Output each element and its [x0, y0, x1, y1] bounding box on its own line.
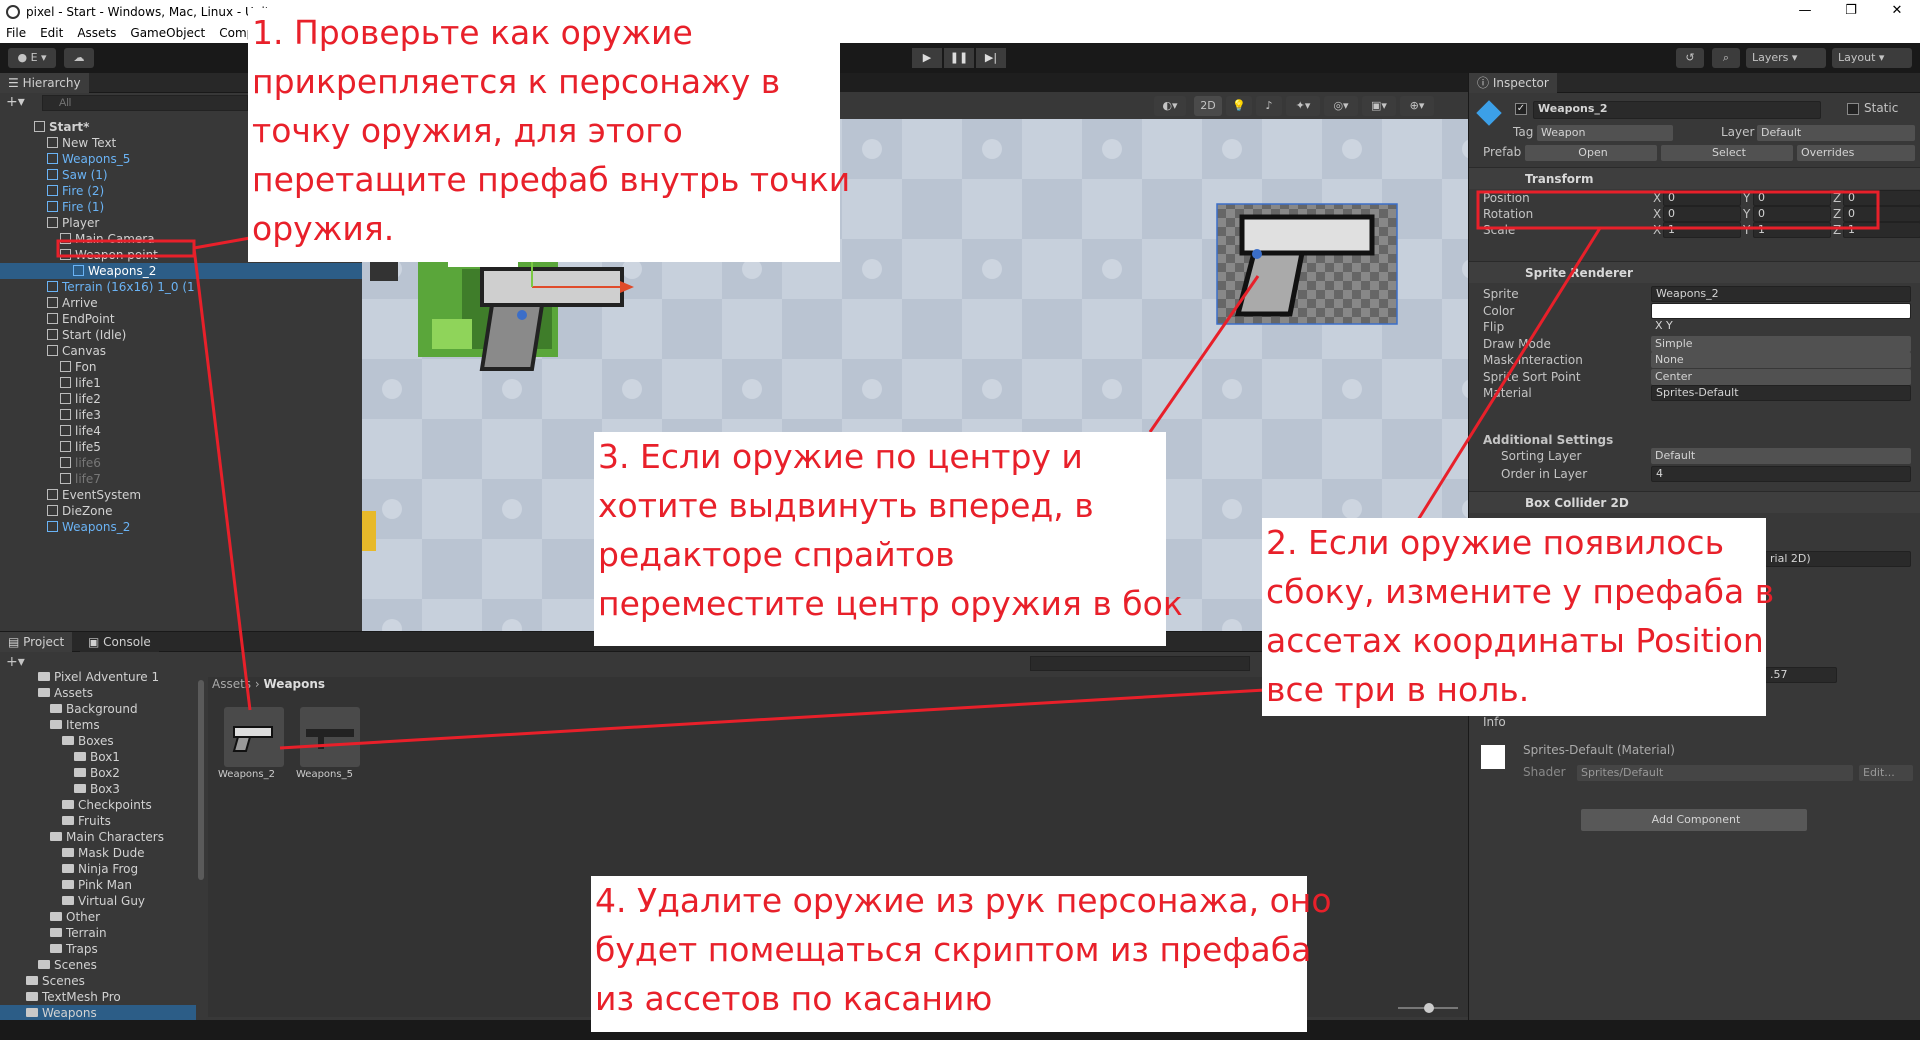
note3-connector: [1148, 275, 1260, 433]
note-3-line: 3. Если оружие по центру и: [598, 437, 1083, 476]
note-4-line: 4. Удалите оружие из рук персонажа, оно: [595, 881, 1332, 920]
note-4-line: из ассетов по касанию: [595, 979, 993, 1018]
note-3-line: переместите центр оружия в бок: [598, 584, 1183, 623]
note-2: 2. Если оружие появилось сбоку, измените…: [1262, 518, 1775, 716]
weapon-point-highlight: [56, 239, 196, 258]
note-3: 3. Если оружие по центру и хотите выдвин…: [594, 432, 1183, 646]
note-1: 1. Проверьте как оружие прикрепляется к …: [248, 8, 851, 262]
note-3-line: хотите выдвинуть вперед, в: [598, 486, 1094, 525]
note-3-line: редакторе спрайтов: [598, 535, 955, 574]
note-2-line: сбоку, измените у префаба в: [1266, 572, 1775, 611]
position-highlight: [1476, 190, 1880, 230]
note-1-line: оружия.: [252, 209, 395, 248]
unity-editor: pixel - Start - Windows, Mac, Linux - Un…: [0, 0, 1920, 1040]
note-2-line: все три в ноль.: [1266, 670, 1530, 709]
note-1-line: 1. Проверьте как оружие: [252, 13, 693, 52]
note-1-line: прикрепляется к персонажу в: [252, 62, 781, 101]
drag-path-line: [192, 247, 252, 711]
note2-position-connector: [1416, 227, 1602, 521]
note2-asset-connector: [279, 688, 1266, 750]
note-2-line: ассетах координаты Position: [1266, 621, 1764, 660]
note-2-line: 2. Если оружие появилось: [1266, 523, 1725, 562]
note-4: 4. Удалите оружие из рук персонажа, оно …: [591, 876, 1332, 1032]
note-4-line: будет помещаться скриптом из префаба: [595, 930, 1312, 969]
note-1-line: точку оружия, для этого: [252, 111, 683, 150]
note-1-line: перетащите префаб внутрь точки: [252, 160, 851, 199]
note1-connector: [193, 236, 251, 250]
